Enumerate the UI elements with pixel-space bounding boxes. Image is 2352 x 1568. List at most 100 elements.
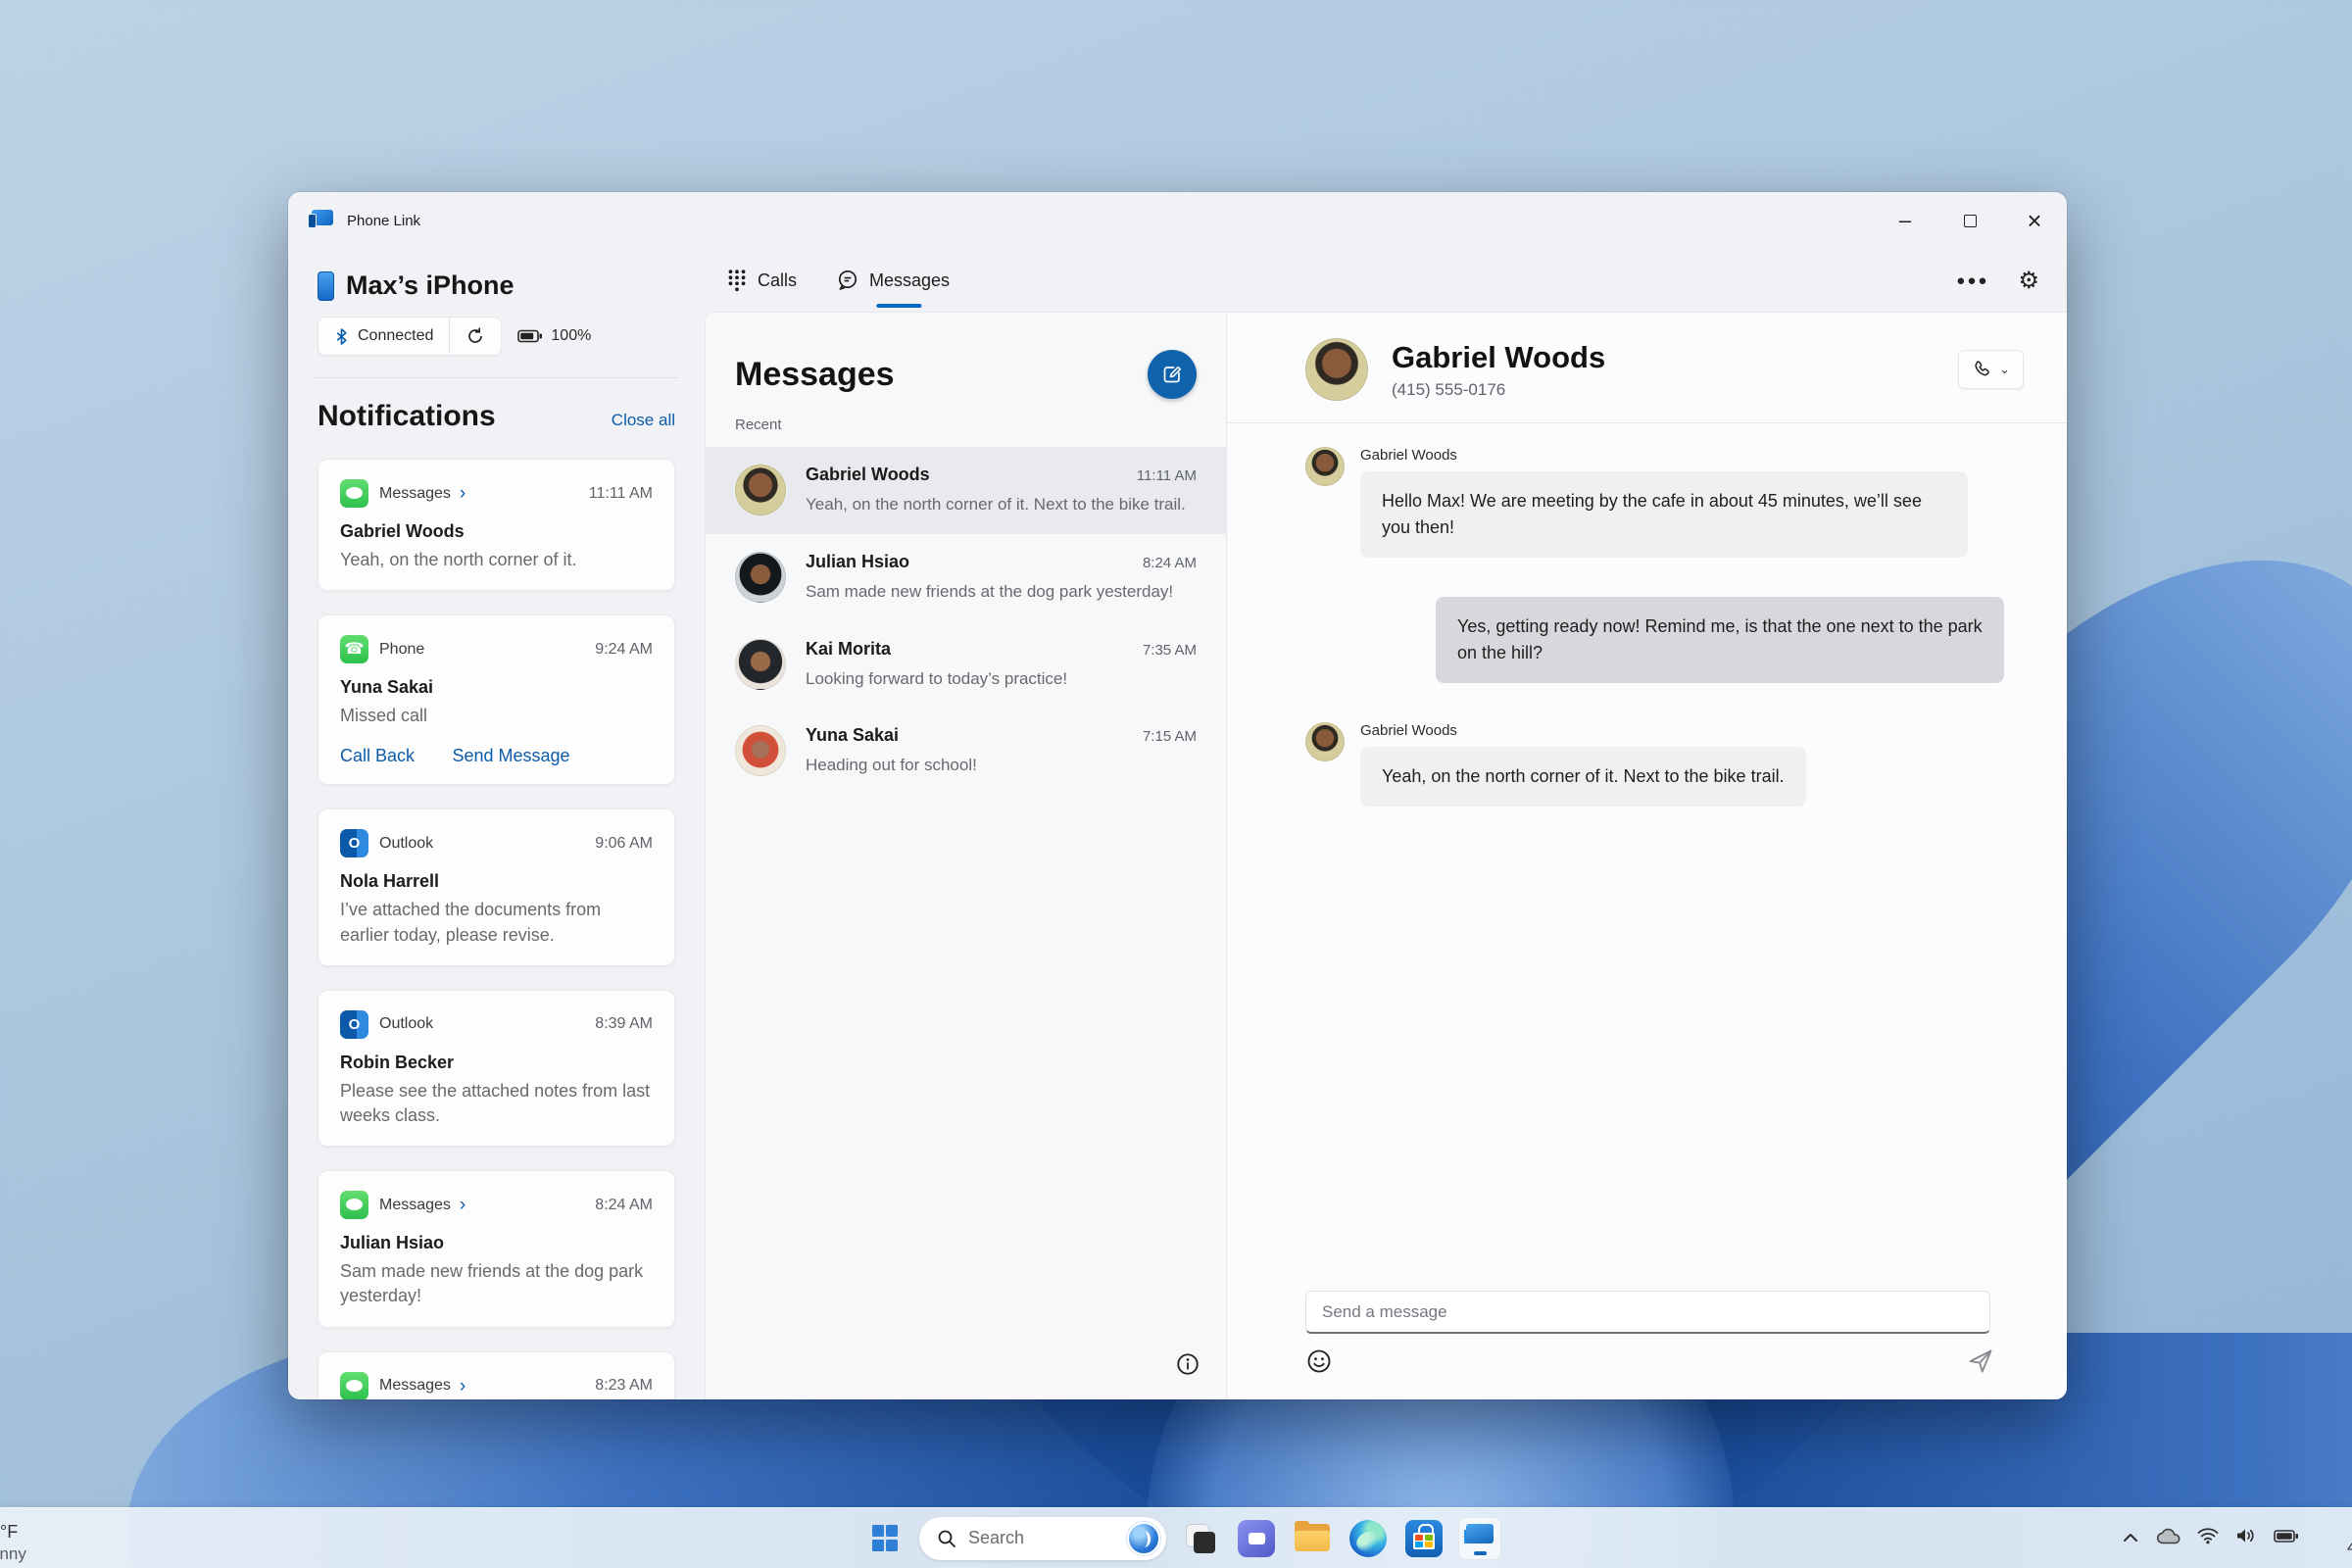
notification-time: 8:39 AM bbox=[595, 1015, 653, 1033]
folder-icon bbox=[1295, 1520, 1331, 1553]
notification-card[interactable]: Outlook 9:06 AM Nola Harrell I’ve attach… bbox=[318, 808, 675, 966]
refresh-button[interactable] bbox=[450, 318, 501, 355]
close-button[interactable]: × bbox=[2002, 192, 2067, 249]
device-name: Max’s iPhone bbox=[346, 270, 514, 300]
notification-preview: Please see the attached notes from last … bbox=[340, 1080, 651, 1125]
teams-chat-button[interactable] bbox=[1235, 1517, 1278, 1560]
edge-button[interactable] bbox=[1347, 1517, 1390, 1560]
conversation-time: 8:24 AM bbox=[1142, 554, 1197, 571]
notification-preview: Sam made new friends at the dog park yes… bbox=[340, 1261, 644, 1306]
weather-widget[interactable]: 2°F unny bbox=[0, 1521, 26, 1565]
message-bubble[interactable]: Yeah, on the north corner of it. Next to… bbox=[1360, 747, 1806, 807]
tab-bar: Calls Messages ●●● ⚙ bbox=[705, 249, 2067, 312]
phone-link-window: Phone Link – × Max’s iPhone Connected 10… bbox=[288, 192, 2067, 1399]
store-icon bbox=[1405, 1519, 1444, 1557]
wifi-icon[interactable] bbox=[2197, 1527, 2219, 1549]
message-input[interactable] bbox=[1305, 1291, 1990, 1334]
active-tab-indicator bbox=[876, 304, 922, 308]
notification-app-icon bbox=[340, 1371, 368, 1399]
notification-preview: Missed call bbox=[340, 706, 428, 726]
new-message-button[interactable] bbox=[1148, 350, 1197, 399]
taskbar-search[interactable]: Search bbox=[919, 1516, 1167, 1560]
emoji-icon bbox=[1307, 1349, 1331, 1373]
onedrive-icon[interactable] bbox=[2155, 1527, 2180, 1549]
notification-time: 8:24 AM bbox=[595, 1196, 653, 1213]
conversation-name: Kai Morita bbox=[806, 638, 892, 659]
contact-phone: (415) 555-0176 bbox=[1392, 379, 1506, 399]
chat-message-group: Yes, getting ready now! Remind me, is th… bbox=[1305, 597, 2004, 683]
desktop: { "window": { "title": "Phone Link", "co… bbox=[0, 0, 2352, 1568]
device-sidebar: Max’s iPhone Connected 100% Notification… bbox=[288, 249, 705, 1399]
conversation-time: 7:15 AM bbox=[1142, 728, 1197, 746]
titlebar[interactable]: Phone Link – × bbox=[288, 192, 2067, 249]
notification-list: Messages › 11:11 AM Gabriel Woods Yeah, … bbox=[318, 459, 675, 1399]
file-explorer-button[interactable] bbox=[1291, 1517, 1334, 1560]
phone-link-taskbar-button[interactable] bbox=[1458, 1516, 1502, 1560]
messages-list-panel: Messages Recent Gabriel Woods 11:11 AM Y… bbox=[706, 313, 1227, 1399]
tab-calls[interactable]: Calls bbox=[726, 249, 797, 312]
notification-card[interactable]: Messages › 11:11 AM Gabriel Woods Yeah, … bbox=[318, 459, 675, 592]
notification-card[interactable]: Messages › 8:23 AM Julian Hsiao Thanks f… bbox=[318, 1350, 675, 1399]
message-bubble[interactable]: Hello Max! We are meeting by the cafe in… bbox=[1360, 471, 1968, 558]
notification-preview: Yeah, on the north corner of it. bbox=[340, 550, 577, 569]
send-icon bbox=[1969, 1349, 1992, 1373]
minimize-button[interactable]: – bbox=[1873, 192, 1937, 249]
message-bubble[interactable]: Yes, getting ready now! Remind me, is th… bbox=[1436, 597, 2004, 683]
divider bbox=[314, 377, 679, 378]
conversation-list: Gabriel Woods 11:11 AM Yeah, on the nort… bbox=[706, 447, 1226, 795]
notification-time: 11:11 AM bbox=[588, 484, 653, 502]
close-all-button[interactable]: Close all bbox=[612, 411, 675, 430]
message-thread[interactable]: Gabriel Woods Hello Max! We are meeting … bbox=[1227, 423, 2067, 1291]
chevron-down-icon: ⌄ bbox=[1999, 362, 2010, 376]
conversation-list-item[interactable]: Gabriel Woods 11:11 AM Yeah, on the nort… bbox=[706, 447, 1226, 534]
notification-app-name: Phone bbox=[379, 640, 425, 658]
task-view-button[interactable] bbox=[1179, 1517, 1222, 1560]
chat-message-group: Gabriel Woods Yeah, on the north corner … bbox=[1305, 722, 2004, 807]
tray-chevron-up[interactable] bbox=[2123, 1530, 2138, 1547]
windows-logo-icon bbox=[871, 1525, 899, 1551]
send-message-button[interactable]: Send Message bbox=[452, 746, 569, 766]
chevron-right-icon: › bbox=[459, 1195, 466, 1216]
volume-icon[interactable] bbox=[2235, 1527, 2257, 1549]
phone-link-icon bbox=[308, 210, 333, 231]
microsoft-store-button[interactable] bbox=[1402, 1517, 1446, 1560]
conversation-list-item[interactable]: Kai Morita 7:35 AM Looking forward to to… bbox=[706, 621, 1226, 709]
maximize-button[interactable] bbox=[1937, 192, 2002, 249]
start-button[interactable] bbox=[863, 1517, 906, 1560]
messages-panel-title: Messages bbox=[735, 355, 895, 393]
conversation-list-item[interactable]: Yuna Sakai 7:15 AM Heading out for schoo… bbox=[706, 708, 1226, 795]
phone-link-icon bbox=[1461, 1522, 1498, 1555]
bluetooth-icon bbox=[336, 327, 347, 345]
notifications-title: Notifications bbox=[318, 400, 496, 432]
send-button[interactable] bbox=[1967, 1348, 1994, 1380]
call-button[interactable]: ⌄ bbox=[1958, 350, 2024, 389]
message-composer bbox=[1227, 1291, 2067, 1399]
notification-card[interactable]: Messages › 8:24 AM Julian Hsiao Sam made… bbox=[318, 1170, 675, 1328]
chevron-right-icon: › bbox=[459, 1375, 466, 1396]
weather-condition: unny bbox=[0, 1544, 26, 1563]
weather-temp: 2°F bbox=[0, 1521, 19, 1542]
notification-sender: Julian Hsiao bbox=[340, 1233, 445, 1253]
notification-preview: I’ve attached the documents from earlier… bbox=[340, 900, 602, 945]
phone-icon bbox=[1975, 361, 1989, 376]
taskbar-clock[interactable]: 11 4/2 bbox=[2311, 1518, 2352, 1558]
more-options-button[interactable]: ●●● bbox=[1956, 272, 1988, 289]
notification-card[interactable]: Phone 9:24 AM Yuna Sakai Missed call Cal… bbox=[318, 614, 675, 786]
call-back-button[interactable]: Call Back bbox=[340, 746, 415, 766]
avatar bbox=[735, 551, 786, 603]
emoji-button[interactable] bbox=[1305, 1348, 1333, 1380]
info-button[interactable] bbox=[1175, 1351, 1200, 1382]
conversation-preview: Looking forward to today’s practice! bbox=[806, 668, 1068, 688]
notification-sender: Yuna Sakai bbox=[340, 677, 434, 698]
taskbar: 2°F unny Search bbox=[0, 1507, 2352, 1568]
notification-app-name: Outlook bbox=[379, 1015, 434, 1033]
settings-gear-icon[interactable]: ⚙ bbox=[2018, 267, 2039, 295]
contact-name: Gabriel Woods bbox=[1392, 339, 1606, 374]
tab-messages[interactable]: Messages bbox=[836, 249, 950, 312]
battery-icon[interactable] bbox=[2274, 1529, 2299, 1548]
conversation-list-item[interactable]: Julian Hsiao 8:24 AM Sam made new friend… bbox=[706, 534, 1226, 621]
battery-icon bbox=[517, 329, 543, 343]
system-tray bbox=[2123, 1508, 2299, 1568]
connection-status[interactable]: Connected bbox=[318, 318, 449, 355]
notification-card[interactable]: Outlook 8:39 AM Robin Becker Please see … bbox=[318, 989, 675, 1148]
